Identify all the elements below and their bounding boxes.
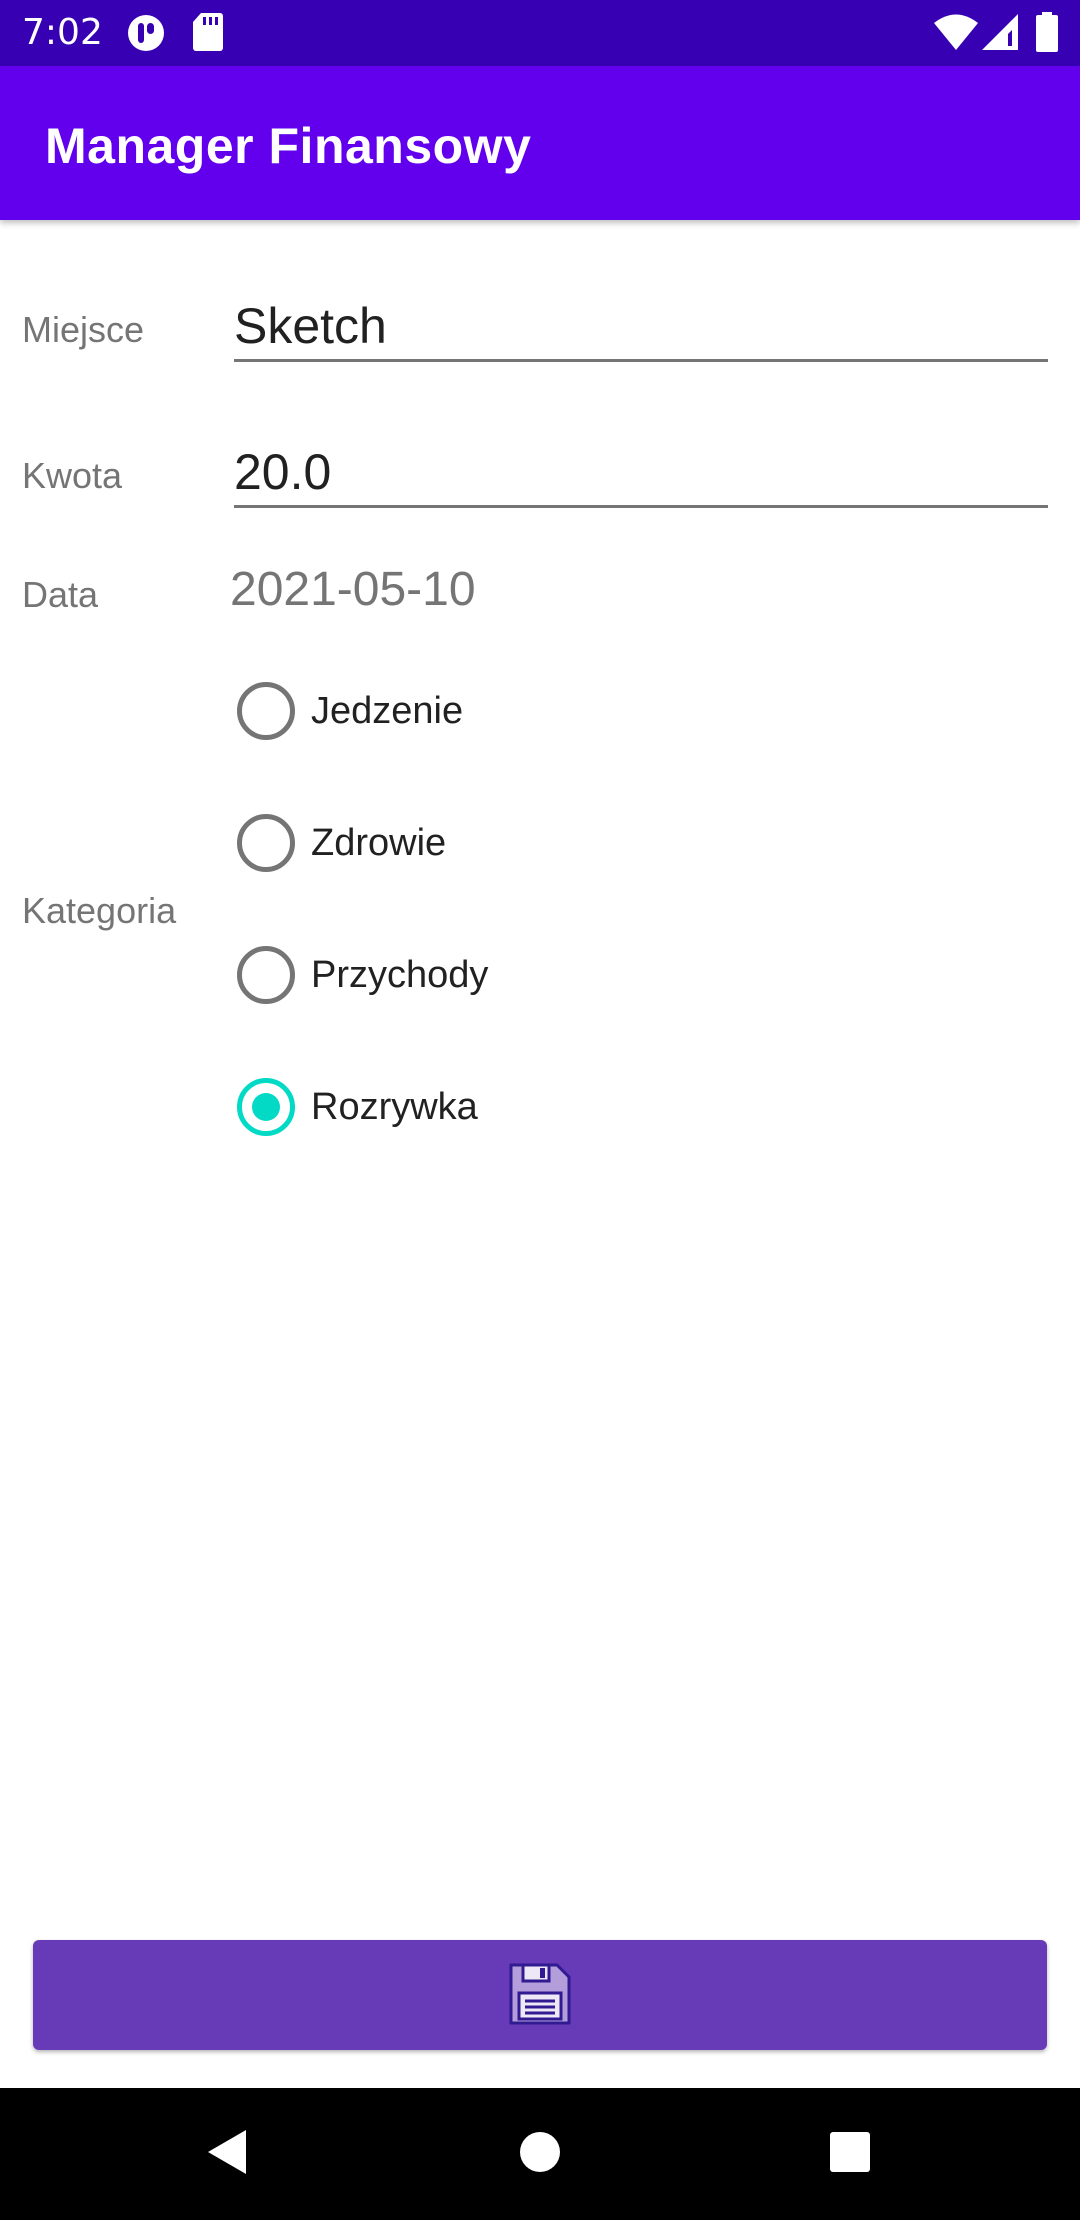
radio-button-unchecked[interactable]: [237, 682, 295, 740]
date-value[interactable]: 2021-05-10: [230, 560, 476, 620]
radio-label: Przychody: [311, 954, 489, 996]
navigation-bar: [0, 2088, 1080, 2220]
app-notification-icon: [126, 13, 166, 57]
date-label: Data: [22, 574, 99, 615]
radio-zdrowie[interactable]: Zdrowie: [237, 813, 446, 873]
recents-icon: [829, 2131, 871, 2177]
battery-icon: [1036, 12, 1058, 56]
status-bar: 7:02: [0, 0, 1080, 66]
sd-card-icon: [192, 13, 224, 55]
radio-label: Jedzenie: [311, 690, 464, 732]
radio-button-unchecked[interactable]: [237, 946, 295, 1004]
back-icon: [204, 2128, 248, 2180]
radio-jedzenie[interactable]: Jedzenie: [237, 681, 463, 741]
app-title: Manager Finansowy: [45, 118, 532, 174]
radio-button-checked[interactable]: [237, 1078, 295, 1136]
home-button[interactable]: [460, 2088, 620, 2220]
radio-label: Zdrowie: [311, 822, 447, 864]
signal-icon: [982, 14, 1018, 54]
radio-button-unchecked[interactable]: [237, 814, 295, 872]
place-label: Miejsce: [22, 309, 145, 350]
status-time: 7:02: [22, 12, 103, 53]
radio-przychody[interactable]: Przychody: [237, 945, 488, 1005]
place-input[interactable]: [234, 292, 1048, 362]
radio-dot: [252, 1093, 280, 1121]
home-icon: [519, 2131, 561, 2177]
save-button[interactable]: [33, 1940, 1047, 2050]
radio-label: Rozrywka: [311, 1086, 478, 1128]
category-label: Kategoria: [22, 890, 177, 931]
wifi-icon: [934, 14, 978, 54]
amount-input[interactable]: [234, 438, 1048, 508]
save-icon: [507, 1961, 573, 2030]
radio-rozrywka[interactable]: Rozrywka: [237, 1077, 478, 1137]
recents-button[interactable]: [770, 2088, 930, 2220]
amount-label: Kwota: [22, 455, 123, 496]
app-bar: Manager Finansowy: [0, 66, 1080, 220]
back-button[interactable]: [146, 2088, 306, 2220]
